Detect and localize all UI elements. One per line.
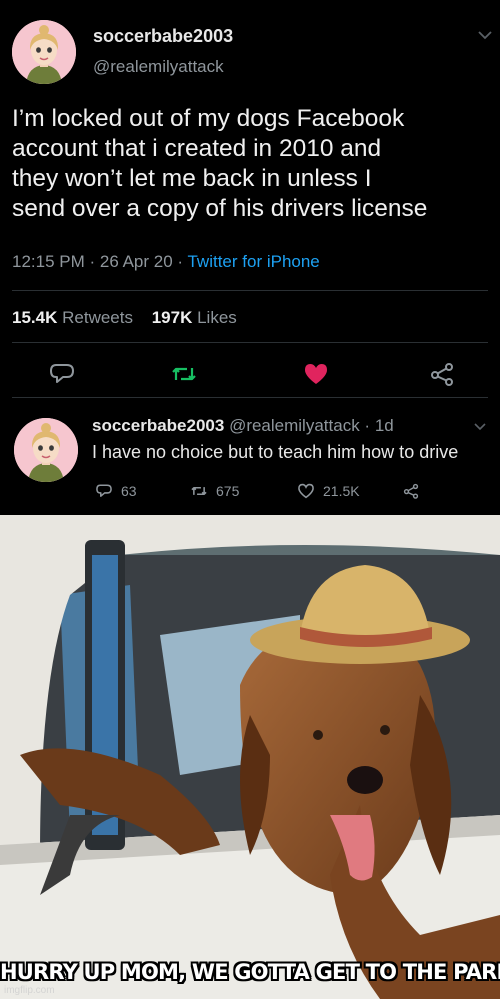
retweets-label: Retweets [62,308,133,327]
reply-reply-button[interactable]: 63 [95,481,137,501]
divider [12,342,488,343]
meta-separator: · [177,252,188,271]
reply-header: soccerbabe2003 @realemilyattack · 1d [92,416,394,436]
reply-like-button[interactable]: 21.5K [297,481,360,501]
retweet-button[interactable] [170,360,198,388]
reply-retweet-count: 675 [216,483,240,499]
chevron-down-icon[interactable] [478,30,492,40]
retweet-icon [191,487,207,495]
reply-retweet-button[interactable]: 675 [190,481,239,501]
dog-in-car-illustration [0,515,500,999]
likes-label: Likes [197,308,237,327]
likes-stat[interactable]: 197K Likes [152,308,237,327]
tweet-text-line: I’m locked out of my dogs Facebook [12,105,405,132]
comment-icon [50,364,74,383]
meta-separator: · [89,252,100,271]
share-icon [431,363,453,386]
heart-outline-icon [298,483,314,499]
dog-driving-photo [0,515,500,999]
likes-count: 197K [151,308,193,327]
tweet-date[interactable]: 26 Apr 20 [100,252,173,271]
reply-share-button[interactable] [402,481,428,501]
heart-icon [305,364,327,384]
meme-caption: HURRY UP MOM, WE GOTTA GET TO THE PARK [0,960,500,984]
reply-display-name[interactable]: soccerbabe2003 [92,416,224,435]
reply-text: I have no choice but to teach him how to… [92,442,459,462]
reply-like-count: 21.5K [323,483,360,499]
divider [12,290,488,291]
tweet-source[interactable]: Twitter for iPhone [187,252,319,271]
tweet-time[interactable]: 12:15 PM [12,252,85,271]
divider [12,397,488,398]
retweet-icon [172,367,196,381]
reply-reply-count: 63 [121,483,137,499]
share-button[interactable] [428,360,456,388]
tweet-screenshot: soccerbabe2003 @realemilyattack I’m lock… [0,0,500,515]
user-handle[interactable]: @realemilyattack [93,57,224,77]
display-name[interactable]: soccerbabe2003 [93,26,233,47]
like-button[interactable] [302,360,330,388]
tweet-text-line: they won’t let me back in unless I [12,165,372,192]
watermark: imgflip.com [4,985,55,996]
chevron-down-icon[interactable] [474,422,486,431]
avatar-illustration [14,418,78,482]
tweet-text: I’m locked out of my dogs Facebook accou… [12,104,492,224]
tweet-stats: 15.4K Retweets 197K Likes [12,308,237,328]
reply-button[interactable] [48,360,76,388]
retweets-stat[interactable]: 15.4K Retweets [12,308,133,327]
tweet-meta: 12:15 PM · 26 Apr 20 · Twitter for iPhon… [12,252,320,272]
retweets-count: 15.4K [12,308,58,327]
meta-separator: · [359,416,375,435]
reply-avatar[interactable] [14,418,78,482]
comment-icon [96,484,112,497]
reply-age[interactable]: 1d [375,416,394,435]
reply-handle[interactable]: @realemilyattack [229,416,360,435]
avatar-illustration [12,20,76,84]
share-icon [403,483,419,499]
tweet-text-line: account that i created in 2010 and [12,135,382,162]
tweet-text-line: send over a copy of his drivers license [12,195,428,222]
avatar[interactable] [12,20,76,84]
